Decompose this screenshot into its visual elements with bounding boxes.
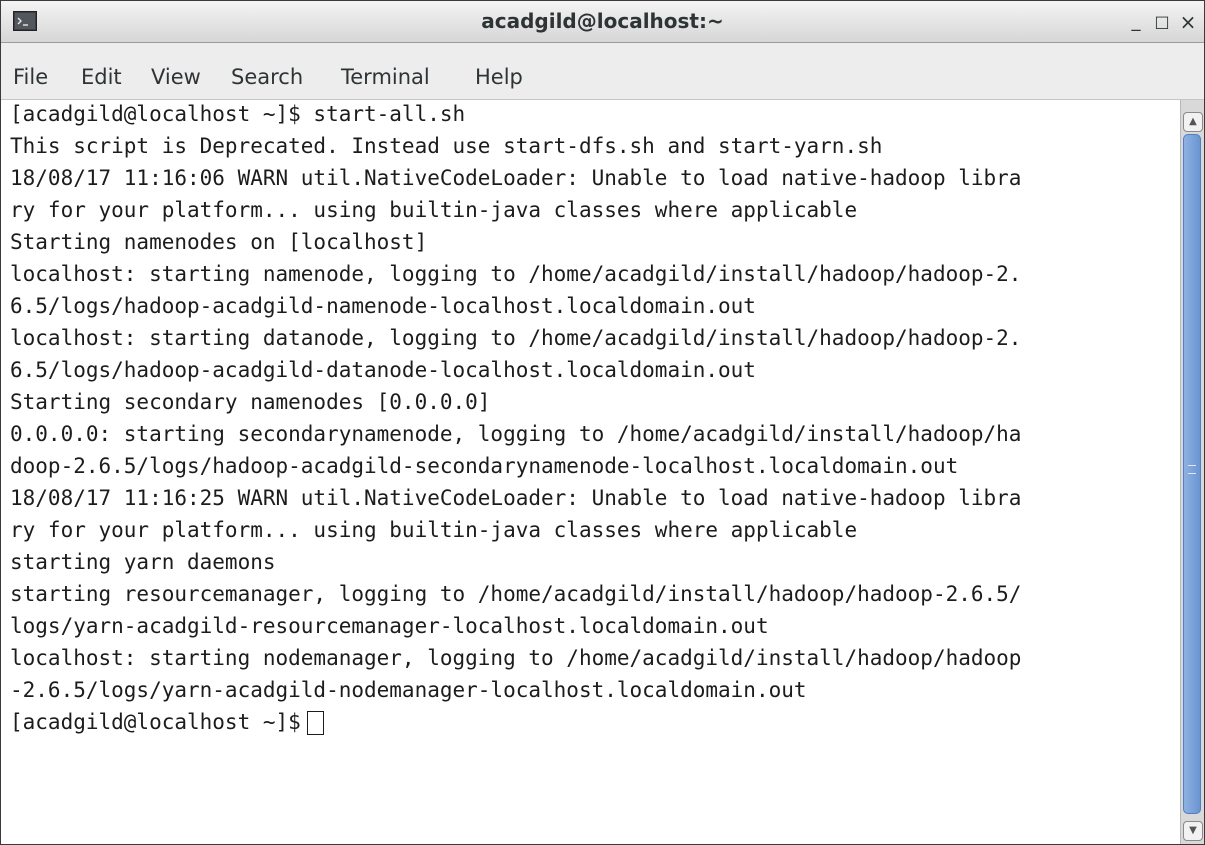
shell-prompt: [acadgild@localhost ~]$ <box>10 710 301 734</box>
grip-icon <box>1188 465 1196 474</box>
minimize-button[interactable]: _ <box>1123 9 1149 35</box>
terminal-line: ry for your platform... using builtin-ja… <box>10 518 858 542</box>
terminal-line: Starting namenodes on [localhost] <box>10 230 428 254</box>
terminal-line: 6.5/logs/hadoop-acadgild-datanode-localh… <box>10 358 756 382</box>
title-bar[interactable]: acadgild@localhost:~ _ □ × <box>1 1 1204 43</box>
terminal-window: acadgild@localhost:~ _ □ × File Edit Vie… <box>0 0 1205 845</box>
vertical-scrollbar[interactable]: ▲ ▼ <box>1180 100 1204 844</box>
scroll-thumb[interactable] <box>1183 134 1201 814</box>
menu-help[interactable]: Help <box>475 43 523 99</box>
terminal-line: 6.5/logs/hadoop-acadgild-namenode-localh… <box>10 294 756 318</box>
terminal-line: logs/yarn-acadgild-resourcemanager-local… <box>10 614 769 638</box>
terminal-output[interactable]: [acadgild@localhost ~]$ start-all.sh Thi… <box>1 100 1180 844</box>
terminal-line: doop-2.6.5/logs/hadoop-acadgild-secondar… <box>10 454 959 478</box>
terminal-line: localhost: starting nodemanager, logging… <box>10 646 1022 670</box>
menu-terminal[interactable]: Terminal <box>341 43 430 99</box>
terminal-line: Starting secondary namenodes [0.0.0.0] <box>10 390 491 414</box>
scroll-down-arrow-icon[interactable]: ▼ <box>1183 821 1203 841</box>
maximize-button[interactable]: □ <box>1149 9 1175 35</box>
terminal-line: starting resourcemanager, logging to /ho… <box>10 582 1022 606</box>
scroll-up-arrow-icon[interactable]: ▲ <box>1183 112 1203 132</box>
menu-search[interactable]: Search <box>231 43 303 99</box>
terminal-line: 0.0.0.0: starting secondarynamenode, log… <box>10 422 1022 446</box>
terminal-line: localhost: starting namenode, logging to… <box>10 262 1022 286</box>
menu-edit[interactable]: Edit <box>81 43 122 99</box>
terminal-line: This script is Deprecated. Instead use s… <box>10 134 883 158</box>
terminal-line: ry for your platform... using builtin-ja… <box>10 198 858 222</box>
terminal-line: 18/08/17 11:16:25 WARN util.NativeCodeLo… <box>10 486 1022 510</box>
menu-file[interactable]: File <box>13 43 48 99</box>
terminal-line: starting yarn daemons <box>10 550 276 574</box>
terminal-line: -2.6.5/logs/yarn-acadgild-nodemanager-lo… <box>10 678 807 702</box>
text-cursor <box>306 711 324 735</box>
menu-view[interactable]: View <box>151 43 201 99</box>
terminal-line: 18/08/17 11:16:06 WARN util.NativeCodeLo… <box>10 166 1022 190</box>
close-button[interactable]: × <box>1175 9 1201 35</box>
terminal-line: localhost: starting datanode, logging to… <box>10 326 1022 350</box>
prompt-line[interactable]: [acadgild@localhost ~]$ <box>10 709 324 735</box>
window-title: acadgild@localhost:~ <box>481 9 724 33</box>
terminal-line: [acadgild@localhost ~]$ start-all.sh <box>10 102 466 126</box>
menu-bar: File Edit View Search Terminal Help <box>1 43 1204 100</box>
